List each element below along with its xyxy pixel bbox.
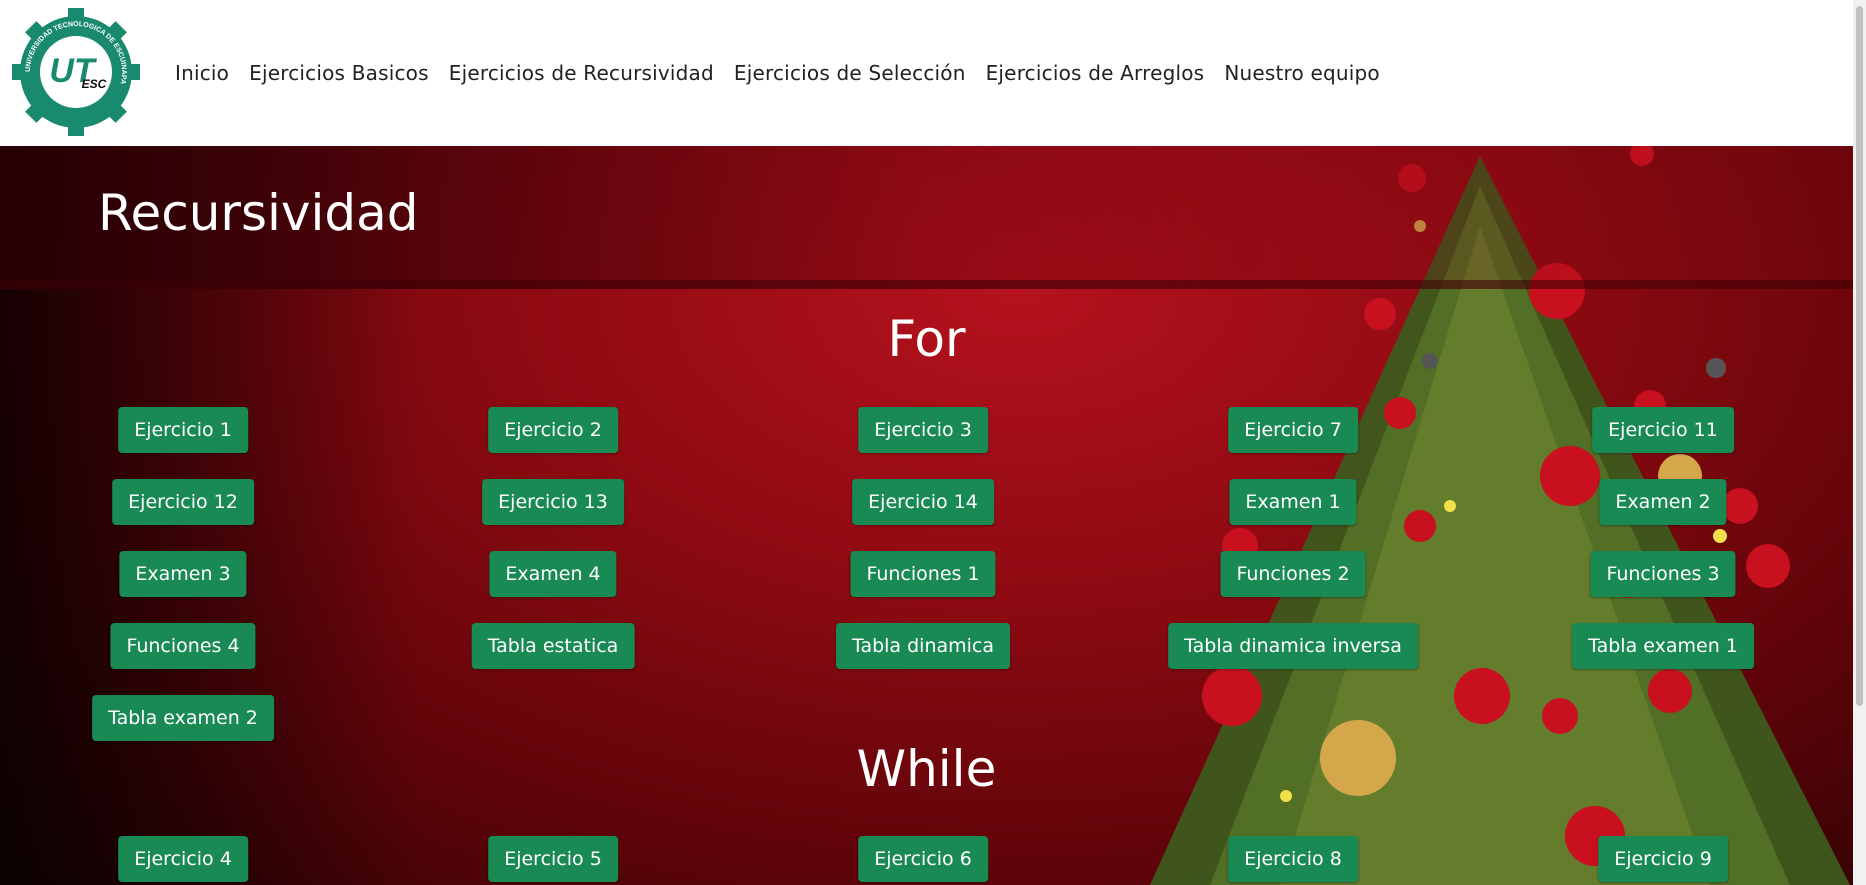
for-funciones-3-button[interactable]: Funciones 3	[1590, 551, 1736, 597]
for-funciones-2-button[interactable]: Funciones 2	[1220, 551, 1366, 597]
nav-ejercicios-recursividad[interactable]: Ejercicios de Recursividad	[439, 56, 724, 90]
for-ejercicio-11-button[interactable]: Ejercicio 11	[1592, 407, 1734, 453]
hero-section: Recursividad For Ejercicio 1 Ejercicio 2…	[0, 146, 1853, 885]
site-header: UT ESC UNIVERSIDAD TECNOLOGICA DE ESCUIN…	[0, 0, 1853, 146]
for-ejercicio-14-button[interactable]: Ejercicio 14	[852, 479, 994, 525]
for-funciones-4-button[interactable]: Funciones 4	[110, 623, 256, 669]
while-ejercicio-6-button[interactable]: Ejercicio 6	[858, 836, 988, 882]
for-examen-3-button[interactable]: Examen 3	[119, 551, 247, 597]
for-tabla-examen-1-button[interactable]: Tabla examen 1	[1572, 623, 1754, 669]
for-ejercicio-12-button[interactable]: Ejercicio 12	[112, 479, 254, 525]
for-ejercicio-1-button[interactable]: Ejercicio 1	[118, 407, 248, 453]
for-ejercicio-13-button[interactable]: Ejercicio 13	[482, 479, 624, 525]
title-band: Recursividad	[0, 146, 1853, 289]
for-examen-1-button[interactable]: Examen 1	[1229, 479, 1357, 525]
for-ejercicio-2-button[interactable]: Ejercicio 2	[488, 407, 618, 453]
nav-ejercicios-seleccion[interactable]: Ejercicios de Selección	[724, 56, 976, 90]
page-title: Recursividad	[98, 184, 419, 242]
for-tabla-dinamica-button[interactable]: Tabla dinamica	[835, 623, 1011, 669]
for-ejercicio-7-button[interactable]: Ejercicio 7	[1228, 407, 1358, 453]
while-ejercicio-8-button[interactable]: Ejercicio 8	[1228, 836, 1358, 882]
while-ejercicio-4-button[interactable]: Ejercicio 4	[118, 836, 248, 882]
for-examen-4-button[interactable]: Examen 4	[489, 551, 617, 597]
for-tabla-estatica-button[interactable]: Tabla estatica	[471, 623, 635, 669]
for-ejercicio-3-button[interactable]: Ejercicio 3	[858, 407, 988, 453]
for-tabla-examen-2-button[interactable]: Tabla examen 2	[92, 695, 274, 741]
while-ejercicio-5-button[interactable]: Ejercicio 5	[488, 836, 618, 882]
while-ejercicio-9-button[interactable]: Ejercicio 9	[1598, 836, 1728, 882]
nav-ejercicios-basicos[interactable]: Ejercicios Basicos	[239, 56, 439, 90]
for-tabla-dinamica-inversa-button[interactable]: Tabla dinamica inversa	[1168, 623, 1418, 669]
scrollbar-thumb[interactable]	[1856, 6, 1863, 706]
nav-nuestro-equipo[interactable]: Nuestro equipo	[1214, 56, 1390, 90]
nav-inicio[interactable]: Inicio	[165, 56, 239, 90]
section-title-for: For	[887, 310, 966, 368]
page-scrollbar[interactable]	[1853, 0, 1866, 885]
svg-text:ESC: ESC	[82, 77, 107, 91]
for-examen-2-button[interactable]: Examen 2	[1599, 479, 1727, 525]
utesc-logo[interactable]: UT ESC UNIVERSIDAD TECNOLOGICA DE ESCUIN…	[12, 8, 140, 136]
main-nav: Inicio Ejercicios Basicos Ejercicios de …	[165, 56, 1390, 90]
section-title-while: While	[856, 740, 997, 798]
for-funciones-1-button[interactable]: Funciones 1	[850, 551, 996, 597]
nav-ejercicios-arreglos[interactable]: Ejercicios de Arreglos	[976, 56, 1215, 90]
